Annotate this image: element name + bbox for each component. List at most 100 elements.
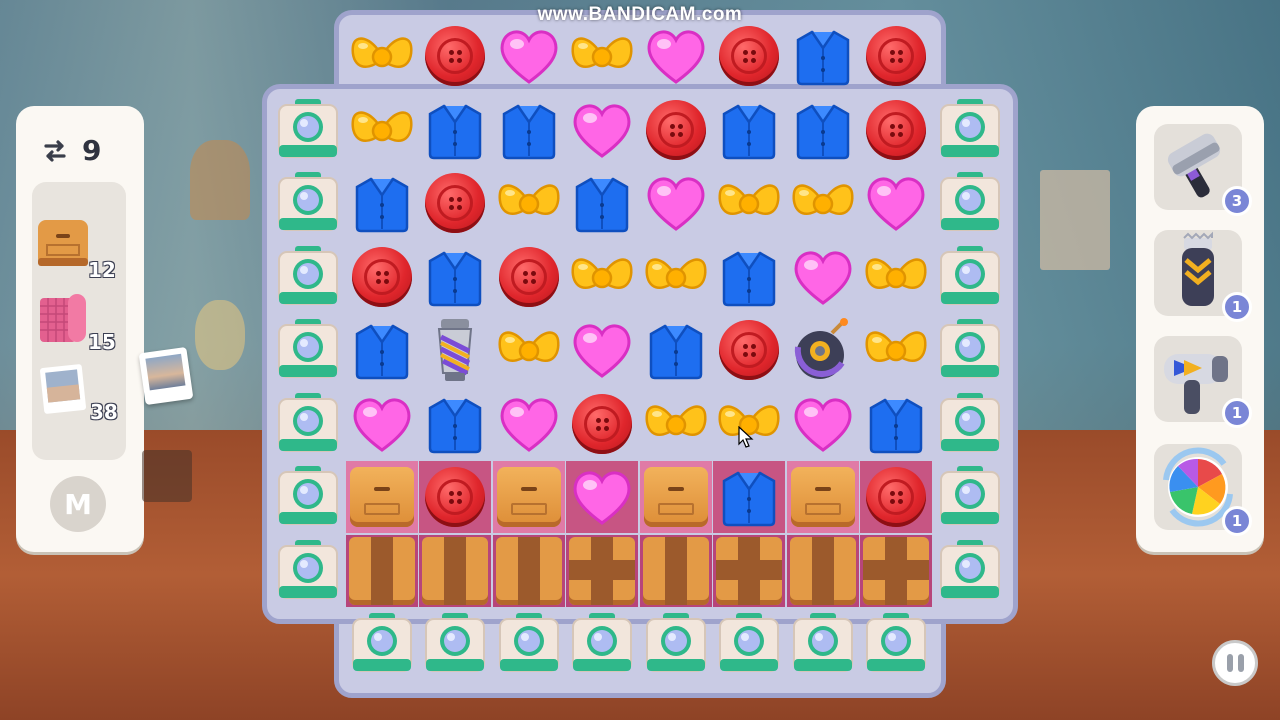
board-cell-button[interactable] bbox=[860, 461, 932, 533]
board-cell-heart[interactable] bbox=[787, 241, 859, 313]
board-cell-shirt[interactable] bbox=[566, 167, 638, 239]
board-cell-button[interactable] bbox=[493, 241, 565, 313]
board-cell-bomb[interactable] bbox=[787, 314, 859, 386]
board-cell-bow[interactable] bbox=[640, 388, 712, 460]
board-cell-bow[interactable] bbox=[493, 314, 565, 386]
board-cell-wrapped-x[interactable] bbox=[566, 535, 638, 607]
board-cell-camera[interactable] bbox=[934, 314, 1006, 386]
board-cell-button[interactable] bbox=[713, 20, 785, 92]
board-cell-camera[interactable] bbox=[934, 535, 1006, 607]
board-cell-bow[interactable] bbox=[566, 20, 638, 92]
board-cell-camera[interactable] bbox=[640, 608, 712, 680]
game-board[interactable] bbox=[262, 10, 1018, 698]
board-cell-button[interactable] bbox=[419, 20, 491, 92]
board-cell-camera[interactable] bbox=[493, 608, 565, 680]
board-cell-button[interactable] bbox=[566, 388, 638, 460]
board-cell-button[interactable] bbox=[419, 461, 491, 533]
board-cell-camera[interactable] bbox=[934, 241, 1006, 313]
board-cell-heart[interactable] bbox=[860, 167, 932, 239]
board-cell-shirt[interactable] bbox=[419, 388, 491, 460]
board-cell-shirt[interactable] bbox=[713, 461, 785, 533]
board-cell-wrapped-v[interactable] bbox=[640, 535, 712, 607]
board-cell-heart[interactable] bbox=[640, 167, 712, 239]
board-cell-shirt[interactable] bbox=[713, 94, 785, 166]
board-cell-heart[interactable] bbox=[566, 94, 638, 166]
board-cell-crate[interactable] bbox=[640, 461, 712, 533]
board-cell-heart[interactable] bbox=[640, 20, 712, 92]
shirt-piece-icon bbox=[722, 104, 776, 159]
board-cell-bow[interactable] bbox=[787, 167, 859, 239]
board-cell-camera[interactable] bbox=[566, 608, 638, 680]
board-cell-camera[interactable] bbox=[860, 608, 932, 680]
board-cell-camera[interactable] bbox=[272, 167, 344, 239]
board-cell-wrapped-v[interactable] bbox=[419, 535, 491, 607]
board-cell-shirt[interactable] bbox=[346, 167, 418, 239]
board-cell-heart[interactable] bbox=[566, 461, 638, 533]
board-cell-camera[interactable] bbox=[272, 461, 344, 533]
board-cell-camera[interactable] bbox=[272, 241, 344, 313]
board-cell-camera[interactable] bbox=[346, 608, 418, 680]
color-shuffle-booster-count: 1 bbox=[1222, 506, 1252, 536]
board-cell-button[interactable] bbox=[419, 167, 491, 239]
board-cell-shirt[interactable] bbox=[419, 241, 491, 313]
board-cell-camera[interactable] bbox=[934, 94, 1006, 166]
board-cell-shirt[interactable] bbox=[346, 314, 418, 386]
board-cell-wrapped-v[interactable] bbox=[493, 535, 565, 607]
board-cell-camera[interactable] bbox=[272, 94, 344, 166]
shirt-piece-icon bbox=[722, 251, 776, 306]
board-cell-bow[interactable] bbox=[346, 20, 418, 92]
board-cell-bow[interactable] bbox=[640, 241, 712, 313]
board-cell-camera[interactable] bbox=[934, 167, 1006, 239]
board-cell-wrapped-x[interactable] bbox=[713, 535, 785, 607]
board-cell-button[interactable] bbox=[860, 94, 932, 166]
board-cell-shirt[interactable] bbox=[640, 314, 712, 386]
pause-button[interactable] bbox=[1212, 640, 1258, 686]
board-cell-bow[interactable] bbox=[566, 241, 638, 313]
camera-piece-icon bbox=[866, 613, 926, 672]
board-cell-shirt[interactable] bbox=[860, 388, 932, 460]
level-badge[interactable]: M bbox=[50, 476, 106, 532]
board-cell-button[interactable] bbox=[346, 241, 418, 313]
board-cell-wrapped-v[interactable] bbox=[787, 535, 859, 607]
box-strap bbox=[444, 536, 466, 605]
shaver-booster[interactable]: 1 bbox=[1154, 230, 1252, 322]
hair-dryer-booster[interactable]: 1 bbox=[1154, 336, 1252, 428]
board-cell-camera[interactable] bbox=[272, 388, 344, 460]
board-cell-bow[interactable] bbox=[346, 94, 418, 166]
board-cell-camera[interactable] bbox=[272, 535, 344, 607]
board-cell-heart[interactable] bbox=[346, 388, 418, 460]
board-cell-shirt[interactable] bbox=[713, 241, 785, 313]
board-cell-shirt[interactable] bbox=[419, 94, 491, 166]
board-cell-camera[interactable] bbox=[934, 461, 1006, 533]
hammer-booster[interactable]: 3 bbox=[1154, 124, 1252, 216]
board-cell-wrapped-x[interactable] bbox=[860, 535, 932, 607]
board-cell-shirt[interactable] bbox=[787, 94, 859, 166]
board-cell-button[interactable] bbox=[640, 94, 712, 166]
board-cell-heart[interactable] bbox=[566, 314, 638, 386]
board-cell-bow[interactable] bbox=[860, 314, 932, 386]
board-cell-button[interactable] bbox=[860, 20, 932, 92]
board-cell-drill[interactable] bbox=[419, 314, 491, 386]
board-cell-camera[interactable] bbox=[272, 314, 344, 386]
board-cell-wrapped-v[interactable] bbox=[346, 535, 418, 607]
board-cell-camera[interactable] bbox=[787, 608, 859, 680]
board-cell-camera[interactable] bbox=[934, 388, 1006, 460]
board-cell-crate[interactable] bbox=[493, 461, 565, 533]
board-cell-shirt[interactable] bbox=[493, 94, 565, 166]
board-cell-crate[interactable] bbox=[787, 461, 859, 533]
color-shuffle-booster[interactable]: 1 bbox=[1154, 444, 1252, 536]
board-cell-bow[interactable] bbox=[713, 167, 785, 239]
board-cell-camera[interactable] bbox=[713, 608, 785, 680]
board-cell-heart[interactable] bbox=[493, 388, 565, 460]
board-cell-bow[interactable] bbox=[713, 388, 785, 460]
heart-piece-icon bbox=[353, 398, 410, 452]
board-cell-shirt[interactable] bbox=[787, 20, 859, 92]
board-cell-heart[interactable] bbox=[787, 388, 859, 460]
board-cell-button[interactable] bbox=[713, 314, 785, 386]
board-cell-camera[interactable] bbox=[419, 608, 491, 680]
board-cell-bow[interactable] bbox=[860, 241, 932, 313]
goal-photo-count: 38 bbox=[90, 400, 118, 424]
board-cell-crate[interactable] bbox=[346, 461, 418, 533]
board-cell-bow[interactable] bbox=[493, 167, 565, 239]
board-cell-heart[interactable] bbox=[493, 20, 565, 92]
